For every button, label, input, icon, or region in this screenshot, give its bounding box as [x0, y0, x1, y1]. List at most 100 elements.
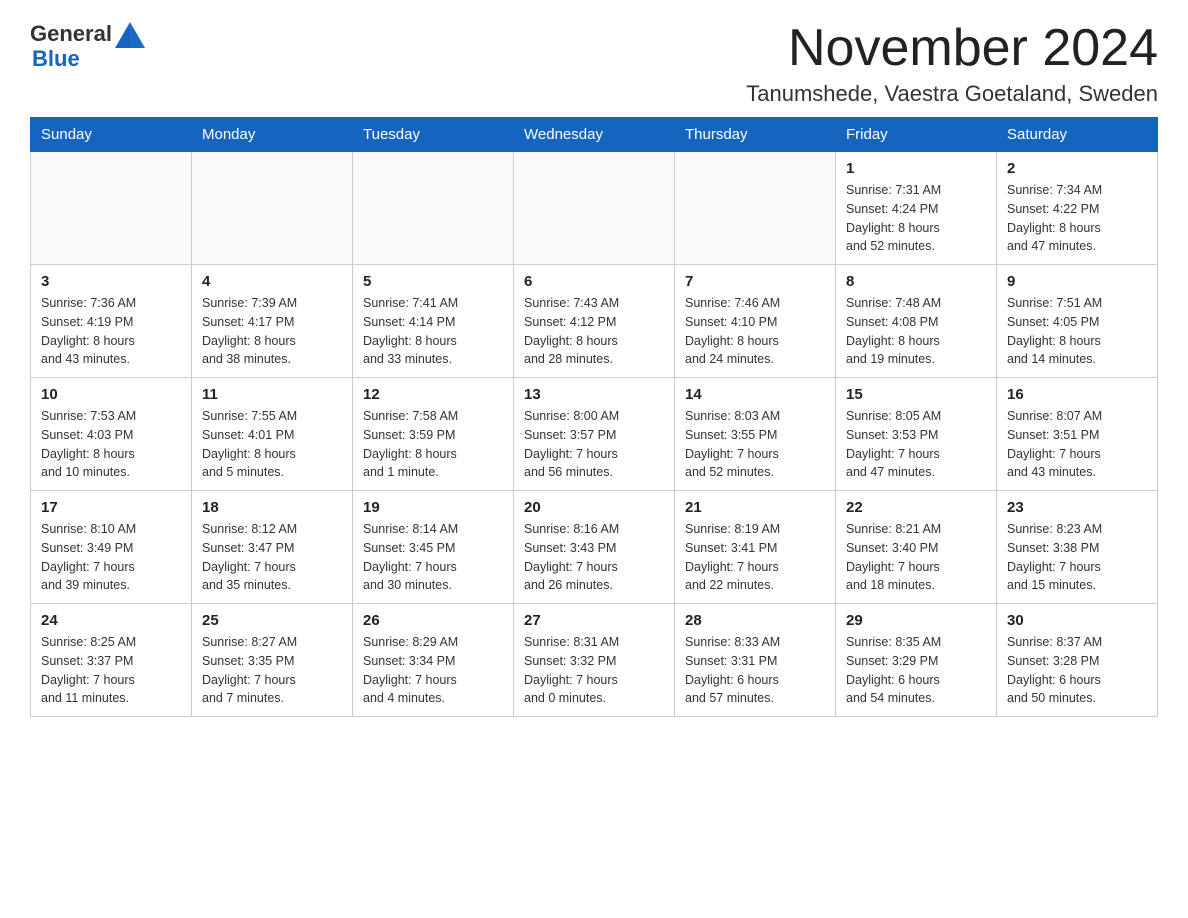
day-info: Sunrise: 7:31 AMSunset: 4:24 PMDaylight:… [846, 181, 986, 256]
day-number: 22 [846, 499, 986, 516]
calendar-cell: 30Sunrise: 8:37 AMSunset: 3:28 PMDayligh… [997, 604, 1158, 717]
day-info: Sunrise: 8:00 AMSunset: 3:57 PMDaylight:… [524, 407, 664, 482]
day-info: Sunrise: 7:58 AMSunset: 3:59 PMDaylight:… [363, 407, 503, 482]
logo: General Blue [30, 20, 145, 72]
calendar-header-tuesday: Tuesday [353, 118, 514, 152]
day-number: 3 [41, 273, 181, 290]
day-info: Sunrise: 8:35 AMSunset: 3:29 PMDaylight:… [846, 633, 986, 708]
day-info: Sunrise: 8:14 AMSunset: 3:45 PMDaylight:… [363, 520, 503, 595]
calendar-cell: 19 Sunrise: 8:14 AMSunset: 3:45 PMDayligh… [353, 491, 514, 604]
day-info: Sunrise: 8:07 AMSunset: 3:51 PMDaylight:… [1007, 407, 1147, 482]
day-info: Sunrise: 8:21 AMSunset: 3:40 PMDaylight:… [846, 520, 986, 595]
calendar-week-row: 24 Sunrise: 8:25 AMSunset: 3:37 PMDayligh… [31, 604, 1158, 717]
day-info: Sunrise: 8:05 AMSunset: 3:53 PMDaylight:… [846, 407, 986, 482]
calendar-cell: 6 Sunrise: 7:43 AMSunset: 4:12 PMDaylight… [514, 265, 675, 378]
calendar-cell: 11 Sunrise: 7:55 AMSunset: 4:01 PMDayligh… [192, 378, 353, 491]
calendar-cell: 26Sunrise: 8:29 AMSunset: 3:34 PMDayligh… [353, 604, 514, 717]
day-number: 21 [685, 499, 825, 516]
logo-blue-text: Blue [32, 46, 80, 71]
calendar-cell: 20 Sunrise: 8:16 AMSunset: 3:43 PMDayligh… [514, 491, 675, 604]
calendar-cell: 12 Sunrise: 7:58 AMSunset: 3:59 PMDayligh… [353, 378, 514, 491]
day-number: 6 [524, 273, 664, 290]
calendar-cell: 15 Sunrise: 8:05 AMSunset: 3:53 PMDayligh… [836, 378, 997, 491]
calendar-cell: 28 Sunrise: 8:33 AMSunset: 3:31 PMDayligh… [675, 604, 836, 717]
day-info: Sunrise: 8:03 AMSunset: 3:55 PMDaylight:… [685, 407, 825, 482]
calendar-cell: 4Sunrise: 7:39 AMSunset: 4:17 PMDaylight… [192, 265, 353, 378]
day-number: 19 [363, 499, 503, 516]
calendar-header-friday: Friday [836, 118, 997, 152]
day-number: 13 [524, 386, 664, 403]
day-number: 2 [1007, 160, 1147, 177]
calendar-cell: 2Sunrise: 7:34 AMSunset: 4:22 PMDaylight… [997, 152, 1158, 265]
calendar-cell: 18Sunrise: 8:12 AMSunset: 3:47 PMDayligh… [192, 491, 353, 604]
calendar-cell: 21 Sunrise: 8:19 AMSunset: 3:41 PMDayligh… [675, 491, 836, 604]
calendar-header-sunday: Sunday [31, 118, 192, 152]
day-number: 12 [363, 386, 503, 403]
logo-arrow-icon [115, 22, 145, 48]
day-number: 23 [1007, 499, 1147, 516]
calendar-cell: 23 Sunrise: 8:23 AMSunset: 3:38 PMDayligh… [997, 491, 1158, 604]
calendar-week-row: 17Sunrise: 8:10 AMSunset: 3:49 PMDayligh… [31, 491, 1158, 604]
day-info: Sunrise: 7:43 AMSunset: 4:12 PMDaylight:… [524, 294, 664, 369]
day-number: 20 [524, 499, 664, 516]
calendar-cell: 14Sunrise: 8:03 AMSunset: 3:55 PMDayligh… [675, 378, 836, 491]
day-info: Sunrise: 8:31 AMSunset: 3:32 PMDaylight:… [524, 633, 664, 708]
calendar-cell: 24 Sunrise: 8:25 AMSunset: 3:37 PMDayligh… [31, 604, 192, 717]
calendar-cell: 7Sunrise: 7:46 AMSunset: 4:10 PMDaylight… [675, 265, 836, 378]
day-info: Sunrise: 8:29 AMSunset: 3:34 PMDaylight:… [363, 633, 503, 708]
calendar-cell: 9 Sunrise: 7:51 AMSunset: 4:05 PMDaylight… [997, 265, 1158, 378]
day-number: 30 [1007, 612, 1147, 629]
day-info: Sunrise: 7:41 AMSunset: 4:14 PMDaylight:… [363, 294, 503, 369]
calendar-cell [31, 152, 192, 265]
day-number: 4 [202, 273, 342, 290]
calendar-header-wednesday: Wednesday [514, 118, 675, 152]
calendar-header-monday: Monday [192, 118, 353, 152]
calendar-cell: 1 Sunrise: 7:31 AMSunset: 4:24 PMDaylight… [836, 152, 997, 265]
day-info: Sunrise: 8:33 AMSunset: 3:31 PMDaylight:… [685, 633, 825, 708]
day-info: Sunrise: 7:53 AMSunset: 4:03 PMDaylight:… [41, 407, 181, 482]
calendar-cell: 10 Sunrise: 7:53 AMSunset: 4:03 PMDayligh… [31, 378, 192, 491]
calendar-cell: 27 Sunrise: 8:31 AMSunset: 3:32 PMDayligh… [514, 604, 675, 717]
day-number: 8 [846, 273, 986, 290]
day-number: 7 [685, 273, 825, 290]
day-number: 5 [363, 273, 503, 290]
title-area: November 2024 Tanumshede, Vaestra Goetal… [746, 20, 1158, 107]
day-number: 28 [685, 612, 825, 629]
logo-general-text: General [30, 21, 112, 47]
day-number: 10 [41, 386, 181, 403]
month-title: November 2024 [746, 20, 1158, 77]
day-info: Sunrise: 8:12 AMSunset: 3:47 PMDaylight:… [202, 520, 342, 595]
page-header: General Blue November 2024 Tanumshede, V… [30, 20, 1158, 107]
calendar-header-thursday: Thursday [675, 118, 836, 152]
day-number: 9 [1007, 273, 1147, 290]
calendar-table: SundayMondayTuesdayWednesdayThursdayFrid… [30, 117, 1158, 717]
calendar-cell: 29 Sunrise: 8:35 AMSunset: 3:29 PMDayligh… [836, 604, 997, 717]
day-number: 16 [1007, 386, 1147, 403]
calendar-week-row: 10 Sunrise: 7:53 AMSunset: 4:03 PMDayligh… [31, 378, 1158, 491]
calendar-cell: 22 Sunrise: 8:21 AMSunset: 3:40 PMDayligh… [836, 491, 997, 604]
day-info: Sunrise: 7:51 AMSunset: 4:05 PMDaylight:… [1007, 294, 1147, 369]
day-number: 29 [846, 612, 986, 629]
day-number: 11 [202, 386, 342, 403]
day-number: 24 [41, 612, 181, 629]
day-number: 25 [202, 612, 342, 629]
calendar-cell: 16 Sunrise: 8:07 AMSunset: 3:51 PMDayligh… [997, 378, 1158, 491]
day-number: 27 [524, 612, 664, 629]
day-info: Sunrise: 7:55 AMSunset: 4:01 PMDaylight:… [202, 407, 342, 482]
day-info: Sunrise: 7:48 AMSunset: 4:08 PMDaylight:… [846, 294, 986, 369]
calendar-cell: 17Sunrise: 8:10 AMSunset: 3:49 PMDayligh… [31, 491, 192, 604]
calendar-cell [514, 152, 675, 265]
calendar-header-row: SundayMondayTuesdayWednesdayThursdayFrid… [31, 118, 1158, 152]
calendar-cell: 3 Sunrise: 7:36 AMSunset: 4:19 PMDaylight… [31, 265, 192, 378]
day-info: Sunrise: 8:25 AMSunset: 3:37 PMDaylight:… [41, 633, 181, 708]
calendar-header-saturday: Saturday [997, 118, 1158, 152]
day-info: Sunrise: 8:19 AMSunset: 3:41 PMDaylight:… [685, 520, 825, 595]
day-info: Sunrise: 7:36 AMSunset: 4:19 PMDaylight:… [41, 294, 181, 369]
calendar-cell: 5 Sunrise: 7:41 AMSunset: 4:14 PMDaylight… [353, 265, 514, 378]
day-info: Sunrise: 8:27 AMSunset: 3:35 PMDaylight:… [202, 633, 342, 708]
day-number: 17 [41, 499, 181, 516]
day-number: 15 [846, 386, 986, 403]
day-info: Sunrise: 8:16 AMSunset: 3:43 PMDaylight:… [524, 520, 664, 595]
day-number: 1 [846, 160, 986, 177]
day-info: Sunrise: 8:23 AMSunset: 3:38 PMDaylight:… [1007, 520, 1147, 595]
